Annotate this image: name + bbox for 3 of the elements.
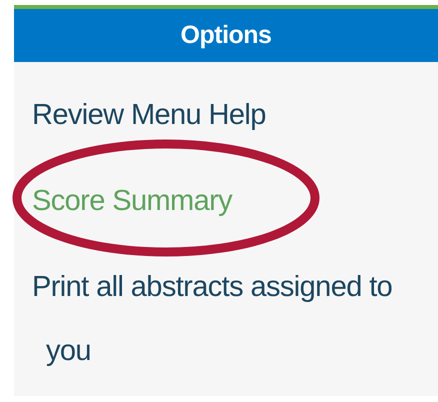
menu-link[interactable]: Print all abstracts assigned to you	[32, 255, 396, 383]
panel-title: Options	[14, 9, 438, 62]
menu-link[interactable]: Review Menu Help	[32, 83, 266, 147]
